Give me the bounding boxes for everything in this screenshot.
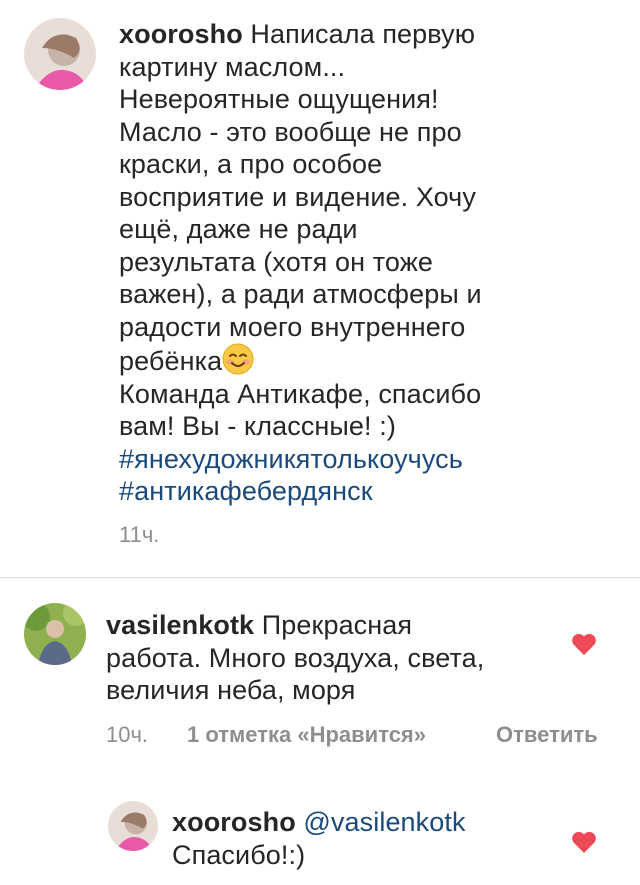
comment-avatar[interactable] <box>24 603 86 665</box>
avatar-photo <box>24 603 86 665</box>
caption-timestamp: 11ч. <box>119 522 160 547</box>
comment-likes-count[interactable]: 1 отметка «Нравится» <box>187 722 426 748</box>
comment-text: vasilenkotk Прекрасная работа. Много воз… <box>106 610 485 705</box>
avatar-photo <box>108 801 158 851</box>
reply-avatar[interactable] <box>108 801 158 851</box>
hashtag-link[interactable]: #антикафебердянск <box>119 475 624 508</box>
mention-link[interactable]: @vasilenkotk <box>303 807 465 837</box>
caption-avatar[interactable] <box>24 18 96 90</box>
avatar-photo <box>24 18 96 90</box>
divider <box>0 577 640 578</box>
caption-text: xoorosho Написала первую картину маслом.… <box>119 18 624 508</box>
hashtag-link[interactable]: #янехудожникятолькоучусь <box>119 443 624 476</box>
heart-icon[interactable] <box>571 830 597 854</box>
comment-timestamp: 10ч. <box>106 722 149 747</box>
smiling-face-emoji <box>222 343 254 375</box>
caption-username[interactable]: xoorosho <box>119 19 243 49</box>
comment-username[interactable]: vasilenkotk <box>106 610 254 640</box>
heart-icon[interactable] <box>571 632 597 656</box>
reply-text: xoorosho @vasilenkotk Спасибо!:) <box>172 807 466 870</box>
reply-button[interactable]: Ответить <box>496 722 598 748</box>
reply-username[interactable]: xoorosho <box>172 807 296 837</box>
